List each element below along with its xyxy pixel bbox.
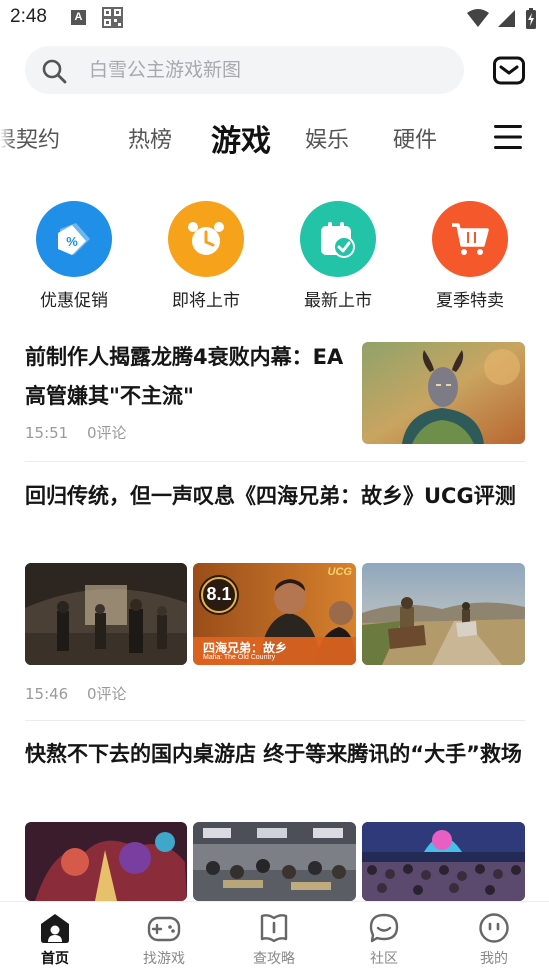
search-input[interactable]	[89, 46, 449, 94]
shortcut-discount[interactable]: % 优惠促销	[19, 201, 129, 311]
tab-hot-list[interactable]: 热榜	[128, 122, 172, 154]
article-image-2[interactable]	[193, 822, 356, 901]
status-notification-app-icon	[102, 7, 123, 28]
nav-find-games[interactable]: 找游戏	[124, 912, 204, 968]
article-image-1[interactable]	[25, 563, 187, 665]
status-bar: 2:48 A	[0, 0, 549, 36]
guide-book-icon	[260, 914, 288, 943]
article-comment-count: 0评论	[87, 424, 127, 442]
nav-label: 我的	[480, 951, 508, 967]
review-brand-logo: UCG	[327, 566, 352, 578]
community-chat-icon	[369, 913, 399, 943]
category-tabs: 畏契约 热榜 游戏 娱乐 硬件	[0, 110, 549, 166]
nav-profile[interactable]: 我的	[454, 912, 534, 968]
battery-charging-icon	[526, 8, 536, 29]
mail-icon[interactable]	[492, 53, 526, 87]
tab-entertainment[interactable]: 娱乐	[305, 122, 349, 154]
article-title: 快熬不下去的国内桌游店 终于等来腾讯的“大手”救场	[25, 742, 522, 766]
article-meta: 15:51 0评论	[25, 422, 345, 443]
article-image-3[interactable]	[362, 822, 525, 901]
article-comment-count: 0评论	[87, 685, 127, 703]
review-score: 8.1	[206, 584, 232, 604]
tabs-fade-edge	[0, 110, 14, 166]
article-card[interactable]: 前制作人揭露龙腾4衰败内幕：EA高管嫌其"不主流" 15:51 0评论	[25, 338, 345, 443]
article-image-3[interactable]	[362, 563, 525, 665]
svg-text:%: %	[66, 234, 78, 249]
shortcut-new-releases[interactable]: 最新上市	[283, 201, 393, 311]
tab-games[interactable]: 游戏	[211, 116, 271, 160]
shortcut-summer-sale[interactable]: 夏季特卖	[415, 201, 525, 311]
cell-signal-icon	[497, 10, 515, 27]
nav-label: 找游戏	[143, 951, 185, 967]
article-image-1[interactable]	[25, 822, 187, 901]
article-card[interactable]: 快熬不下去的国内桌游店 终于等来腾讯的“大手”救场	[25, 735, 525, 774]
bottom-navigation: 首页 找游戏 查攻略 社区 我的	[0, 901, 549, 976]
calendar-check-icon	[300, 201, 376, 277]
shortcut-label: 最新上市	[304, 291, 372, 311]
wifi-icon	[466, 9, 489, 27]
shortcut-label: 优惠促销	[40, 291, 108, 311]
search-icon	[42, 59, 67, 84]
status-time: 2:48	[10, 6, 47, 27]
shopping-cart-icon	[432, 201, 508, 277]
article-card[interactable]: 回归传统，但一声叹息《四海兄弟：故乡》UCG评测	[25, 477, 525, 516]
article-time: 15:46	[25, 685, 69, 703]
discount-tag-icon: %	[36, 201, 112, 277]
nav-home[interactable]: 首页	[15, 912, 95, 968]
article-title: 回归传统，但一声叹息《四海兄弟：故乡》UCG评测	[25, 484, 516, 508]
review-game-title-en: Mafia: The Old Country	[203, 654, 276, 661]
gamepad-icon	[147, 916, 181, 942]
status-right-icons	[463, 8, 537, 29]
article-title: 前制作人揭露龙腾4衰败内幕：EA高管嫌其"不主流"	[25, 345, 344, 408]
tab-hardware[interactable]: 硬件	[393, 122, 437, 154]
nav-guides[interactable]: 查攻略	[234, 912, 314, 968]
article-meta: 15:46 0评论	[25, 683, 141, 704]
article-divider	[25, 461, 525, 462]
nav-community[interactable]: 社区	[344, 912, 424, 968]
nav-label: 社区	[370, 951, 398, 967]
shortcut-label: 即将上市	[172, 291, 240, 311]
article-time: 15:51	[25, 424, 69, 442]
alarm-clock-icon	[168, 201, 244, 277]
article-image-2[interactable]: 8.1 UCG 四海兄弟：故乡 Mafia: The Old Country	[193, 563, 356, 665]
article-thumbnail[interactable]	[362, 342, 525, 444]
profile-icon	[479, 913, 509, 943]
search-bar[interactable]	[25, 46, 464, 94]
nav-label: 查攻略	[253, 951, 295, 967]
menu-icon[interactable]	[494, 124, 522, 150]
shortcut-coming-soon[interactable]: 即将上市	[151, 201, 261, 311]
home-icon	[41, 914, 69, 943]
article-divider	[25, 720, 525, 721]
nav-label: 首页	[41, 951, 69, 967]
shortcut-label: 夏季特卖	[436, 291, 504, 311]
status-notification-a-icon: A	[71, 10, 86, 25]
